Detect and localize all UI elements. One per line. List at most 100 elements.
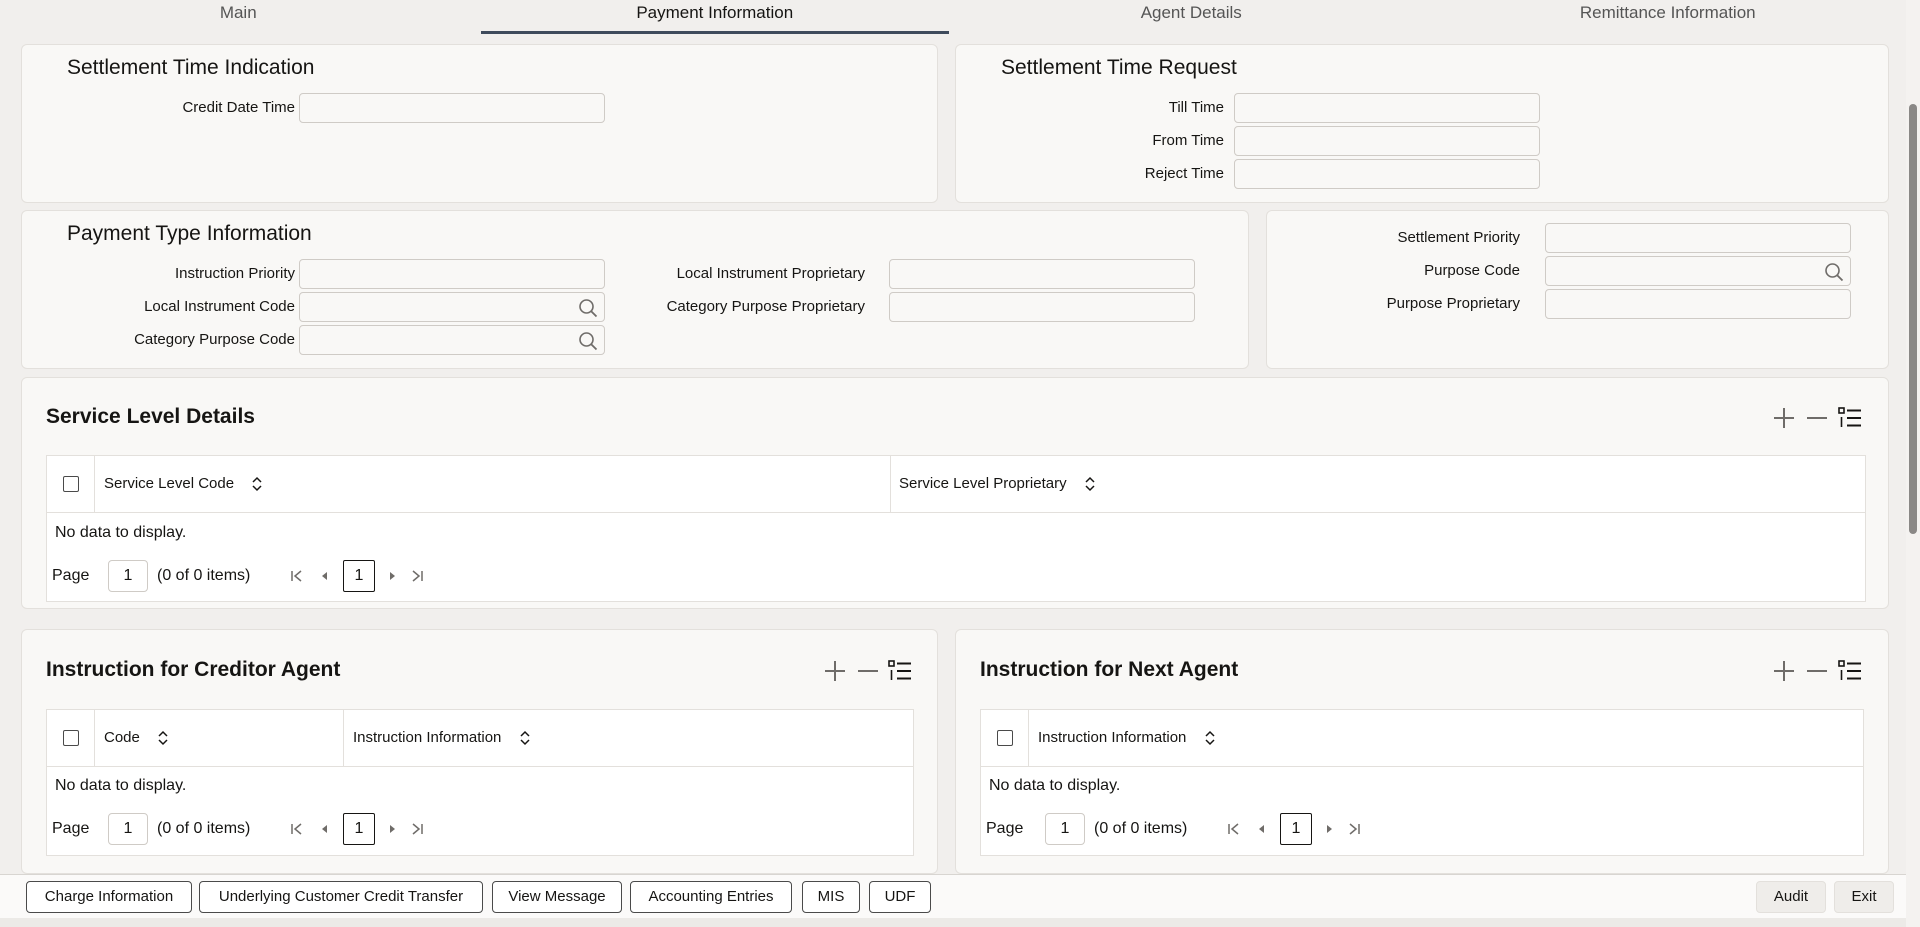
local-instrument-proprietary-input[interactable] [890,260,1194,288]
instruction-priority-input[interactable] [300,260,604,288]
current-page[interactable]: 1 [343,813,375,845]
plus-icon[interactable] [1771,658,1797,684]
settlement-time-request-panel: Settlement Time Request Till Time From T… [955,44,1889,203]
category-purpose-code-input[interactable] [300,326,604,354]
mis-button[interactable]: MIS [802,881,860,913]
minus-icon[interactable] [1804,405,1830,431]
page-input[interactable]: 1 [1045,813,1085,845]
instruction-creditor-agent-panel: Instruction for Creditor Agent Code Inst… [21,629,938,874]
column-header-service-level-proprietary[interactable]: Service Level Proprietary [899,456,1095,512]
minus-icon[interactable] [855,658,881,684]
credit-date-time-input[interactable] [300,94,604,122]
next-page-icon[interactable] [384,821,400,837]
previous-page-icon[interactable] [317,568,333,584]
next-page-icon[interactable] [384,568,400,584]
tab-main[interactable]: Main [0,0,477,34]
minus-icon[interactable] [1804,658,1830,684]
select-all-checkbox[interactable] [63,476,79,492]
purpose-code-input[interactable] [1546,257,1850,285]
purpose-proprietary-field[interactable] [1545,289,1851,319]
select-all-checkbox[interactable] [997,730,1013,746]
no-data-message: No data to display. [55,777,187,794]
items-count: (0 of 0 items) [157,567,251,584]
charge-information-button[interactable]: Charge Information [26,881,192,913]
list-icon[interactable] [1837,405,1863,431]
select-all-checkbox[interactable] [63,730,79,746]
search-icon[interactable] [1824,262,1844,282]
accounting-entries-button[interactable]: Accounting Entries [630,881,792,913]
credit-date-time-field[interactable] [299,93,605,123]
sort-icon[interactable] [1205,730,1215,746]
column-header-instruction-information[interactable]: Instruction Information [353,710,530,766]
plus-icon[interactable] [1771,405,1797,431]
sort-icon[interactable] [158,730,168,746]
category-purpose-code-label: Category Purpose Code [134,331,295,348]
current-page[interactable]: 1 [343,560,375,592]
exit-button[interactable]: Exit [1834,881,1894,913]
settlement-priority-field[interactable] [1545,223,1851,253]
next-page-icon[interactable] [1321,821,1337,837]
first-page-icon[interactable] [289,821,305,837]
last-page-icon[interactable] [409,821,425,837]
local-instrument-proprietary-field[interactable] [889,259,1195,289]
category-purpose-code-field[interactable] [299,325,605,355]
settlement-priority-input[interactable] [1546,224,1850,252]
page-input[interactable]: 1 [108,560,148,592]
bottom-edge [0,918,1906,927]
settlement-priority-label: Settlement Priority [1397,229,1520,246]
from-time-input[interactable] [1235,127,1539,155]
payment-type-information-panel: Payment Type Information Instruction Pri… [21,210,1249,369]
current-page[interactable]: 1 [1280,813,1312,845]
local-instrument-code-field[interactable] [299,292,605,322]
sort-icon[interactable] [1085,476,1095,492]
last-page-icon[interactable] [1346,821,1362,837]
till-time-input[interactable] [1235,94,1539,122]
from-time-label: From Time [1152,132,1224,149]
purpose-proprietary-input[interactable] [1546,290,1850,318]
instruction-priority-field[interactable] [299,259,605,289]
underlying-customer-credit-transfer-button[interactable]: Underlying Customer Credit Transfer [199,881,483,913]
local-instrument-proprietary-label: Local Instrument Proprietary [676,265,865,282]
reject-time-input[interactable] [1235,160,1539,188]
settlement-time-indication-panel: Settlement Time Indication Credit Date T… [21,44,938,203]
category-purpose-proprietary-field[interactable] [889,292,1195,322]
column-header-service-level-code[interactable]: Service Level Code [104,456,262,512]
table-header: Service Level Code Service Level Proprie… [47,456,1865,513]
last-page-icon[interactable] [409,568,425,584]
from-time-field[interactable] [1234,126,1540,156]
purpose-code-label: Purpose Code [1424,262,1520,279]
local-instrument-code-label: Local Instrument Code [144,298,295,315]
sort-icon[interactable] [520,730,530,746]
purpose-code-field[interactable] [1545,256,1851,286]
tab-agent-details[interactable]: Agent Details [953,0,1430,34]
list-icon[interactable] [887,658,913,684]
tab-payment-information[interactable]: Payment Information [477,0,954,34]
page-input[interactable]: 1 [108,813,148,845]
previous-page-icon[interactable] [317,821,333,837]
table-header: Code Instruction Information [47,710,913,767]
search-icon[interactable] [578,298,598,318]
no-data-message: No data to display. [989,777,1121,794]
till-time-field[interactable] [1234,93,1540,123]
table-header: Instruction Information [981,710,1863,767]
reject-time-field[interactable] [1234,159,1540,189]
view-message-button[interactable]: View Message [492,881,622,913]
column-header-instruction-information[interactable]: Instruction Information [1038,710,1215,766]
sort-icon[interactable] [252,476,262,492]
column-header-code[interactable]: Code [104,710,168,766]
udf-button[interactable]: UDF [869,881,931,913]
tab-remittance-information[interactable]: Remittance Information [1430,0,1907,34]
scrollbar-thumb[interactable] [1909,104,1917,534]
category-purpose-proprietary-input[interactable] [890,293,1194,321]
settlement-time-indication-title: Settlement Time Indication [67,56,315,79]
local-instrument-code-input[interactable] [300,293,604,321]
vertical-scrollbar[interactable] [1906,0,1920,927]
purpose-proprietary-label: Purpose Proprietary [1386,295,1520,312]
plus-icon[interactable] [822,658,848,684]
first-page-icon[interactable] [289,568,305,584]
audit-button[interactable]: Audit [1756,881,1826,913]
first-page-icon[interactable] [1226,821,1242,837]
previous-page-icon[interactable] [1254,821,1270,837]
search-icon[interactable] [578,331,598,351]
list-icon[interactable] [1837,658,1863,684]
